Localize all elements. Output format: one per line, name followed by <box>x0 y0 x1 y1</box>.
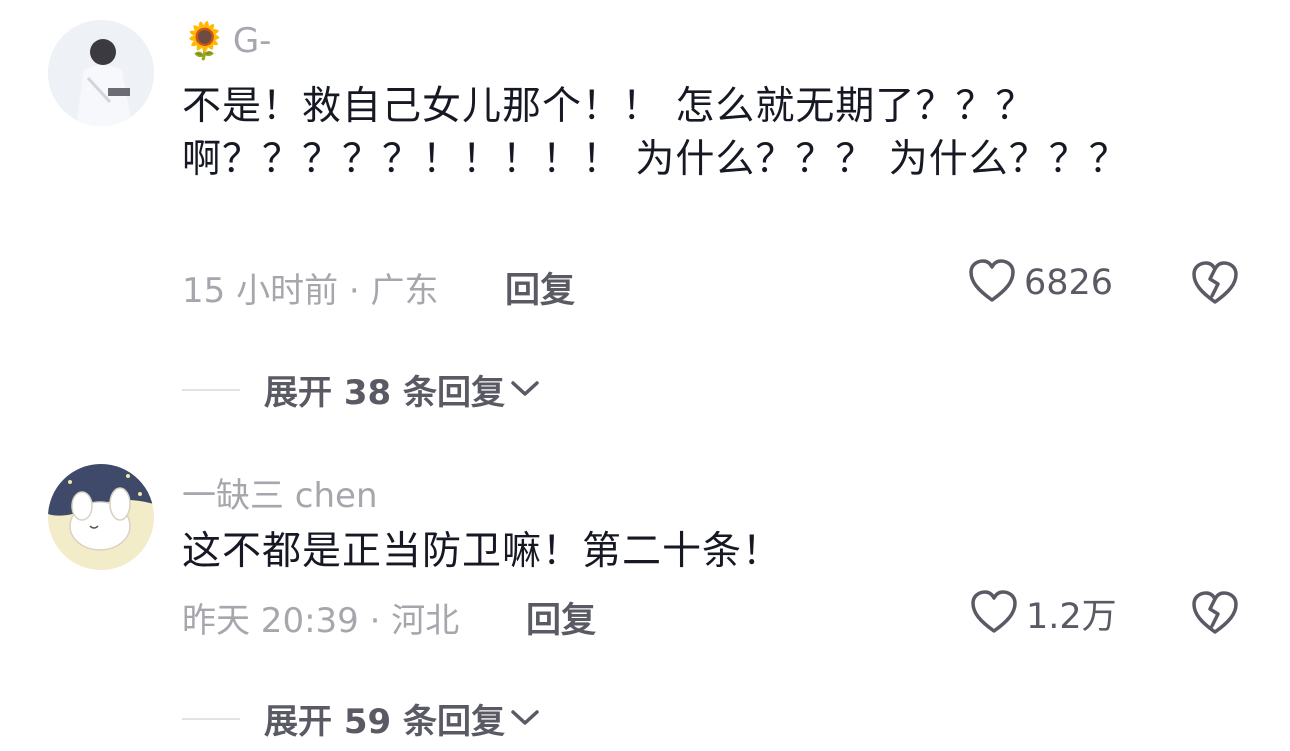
expand-replies[interactable]: 展开 59 条回复 <box>182 694 541 743</box>
like-button[interactable]: 1.2万 <box>970 588 1117 639</box>
username-text: 一缺三 chen <box>182 476 378 516</box>
dislike-button[interactable] <box>1190 260 1240 310</box>
expand-replies-label: 展开 38 条回复 <box>264 373 505 413</box>
like-count: 6826 <box>1024 263 1114 303</box>
comment-text: 不是！救自己女儿那个！！ 怎么就无期了？？？啊？？？？？！！！！！ 为什么？？？… <box>182 84 1129 182</box>
heart-icon <box>970 589 1018 639</box>
avatar[interactable] <box>48 20 154 126</box>
reply-button[interactable]: 回复 <box>526 592 596 643</box>
avatar[interactable] <box>48 464 154 570</box>
username-text: G- <box>232 21 272 61</box>
like-button[interactable]: 6826 <box>968 258 1113 308</box>
comment-meta: 昨天 20:39 · 河北 <box>182 601 460 641</box>
sunflower-icon: 🌻 <box>182 21 227 62</box>
divider <box>182 717 240 720</box>
comment-text: 这不都是正当防卫嘛！第二十条！ <box>182 529 783 574</box>
chevron-down-icon <box>509 377 541 403</box>
expand-replies-label: 展开 59 条回复 <box>264 702 505 742</box>
broken-heart-icon <box>1190 261 1240 310</box>
comment-meta: 15 小时前 · 广东 <box>182 271 439 311</box>
divider <box>182 388 240 391</box>
expand-replies[interactable]: 展开 38 条回复 <box>182 365 541 414</box>
reply-button[interactable]: 回复 <box>505 262 575 313</box>
username[interactable]: 🌻 G- <box>182 20 271 62</box>
broken-heart-icon <box>1190 591 1240 640</box>
like-count: 1.2万 <box>1026 597 1117 637</box>
username[interactable]: 一缺三 chen <box>182 468 378 517</box>
chevron-down-icon <box>509 706 541 732</box>
heart-icon <box>968 258 1016 308</box>
dislike-button[interactable] <box>1190 590 1240 640</box>
